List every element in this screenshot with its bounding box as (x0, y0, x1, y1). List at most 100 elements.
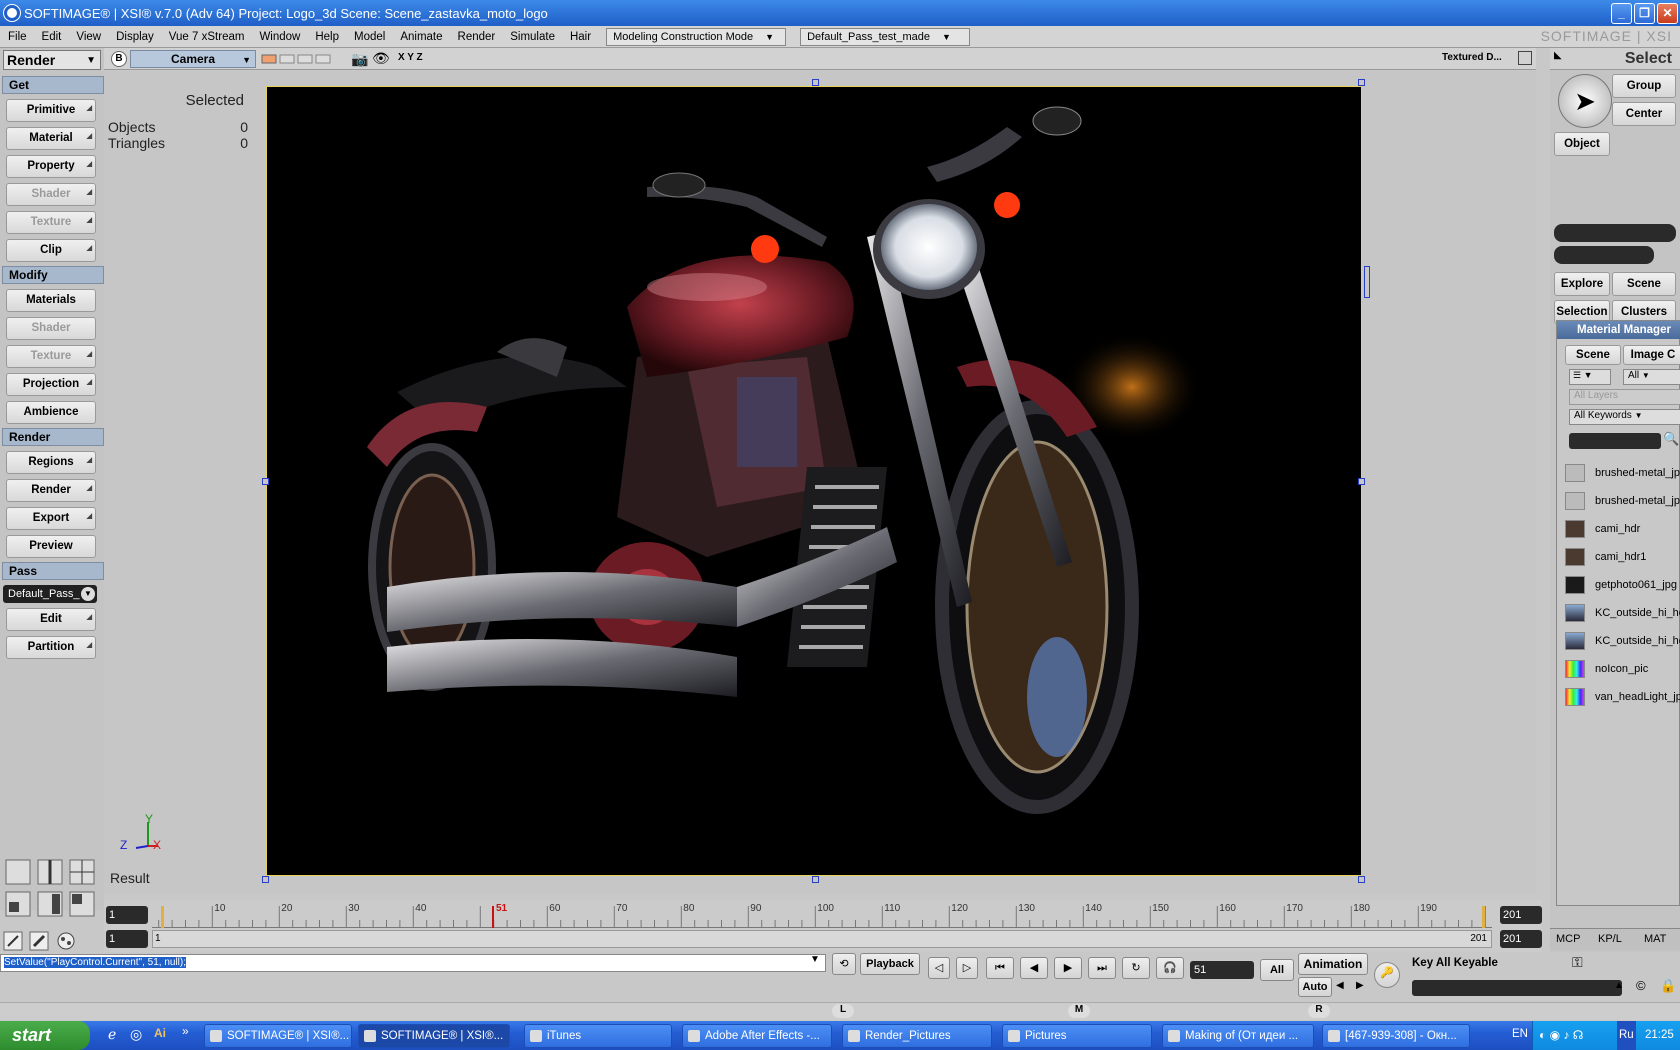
input-language[interactable]: Ru (1617, 1021, 1636, 1050)
menu-help[interactable]: Help (315, 31, 339, 43)
current-frame-field[interactable]: 51 (1190, 961, 1254, 979)
pass-edit-button[interactable]: Edit ◢ (6, 608, 96, 631)
materials-button[interactable]: Materials (6, 289, 96, 312)
tab-mat[interactable]: MAT (1644, 933, 1666, 945)
shading-mode[interactable]: Textured D... (1442, 52, 1502, 63)
all-layers-combo[interactable]: All Layers (1569, 389, 1680, 405)
render-button[interactable]: Render ◢ (6, 479, 96, 502)
pass-combo[interactable]: Default_Pass_test_made ▼ (800, 27, 971, 46)
maximize-icon[interactable] (1518, 51, 1532, 65)
search-icon[interactable]: 🔍 (1663, 431, 1679, 447)
menu-window[interactable]: Window (259, 31, 300, 43)
section-render[interactable]: Render (2, 428, 104, 446)
animation-button[interactable]: Animation (1298, 953, 1368, 975)
key-field[interactable] (1412, 980, 1622, 996)
image-item[interactable]: cami_hdr (1560, 516, 1680, 542)
marker-m[interactable]: M (1068, 1004, 1090, 1018)
layout-icons[interactable] (4, 858, 96, 920)
timeline-end-field[interactable]: 201 (1500, 906, 1542, 924)
browser-icon[interactable]: ◎ (130, 1026, 142, 1043)
selection-field-2[interactable] (1554, 246, 1654, 264)
loop-icon[interactable]: ↻ (1122, 957, 1150, 979)
regions-button[interactable]: Regions ◢ (6, 451, 96, 474)
filter-combo[interactable]: All ▼ (1623, 369, 1680, 385)
timeline-start-field[interactable]: 1 (106, 906, 148, 924)
ambience-button[interactable]: Ambience (6, 401, 96, 424)
center-button[interactable]: Center (1612, 102, 1676, 126)
menu-vue[interactable]: Vue 7 xStream (169, 31, 245, 43)
tray-icons[interactable]: ◐ ◉ ♪ ☊ (1539, 1021, 1583, 1050)
render-region[interactable] (266, 86, 1362, 876)
image-item[interactable]: brushed-metal_jp (1560, 488, 1680, 514)
language-indicator[interactable]: EN (1512, 1028, 1528, 1040)
tab-mcp[interactable]: MCP (1556, 933, 1580, 945)
menu-edit[interactable]: Edit (42, 31, 62, 43)
task-softimage-1[interactable]: SOFTIMAGE® | XSI®... (204, 1024, 352, 1048)
resize-handle[interactable] (262, 478, 269, 485)
resize-handle[interactable] (812, 79, 819, 86)
scene-button[interactable]: Scene (1612, 272, 1676, 296)
explore-button[interactable]: Explore (1554, 272, 1610, 296)
playhead[interactable] (492, 906, 494, 928)
marker-r[interactable]: R (1308, 1004, 1330, 1018)
object-button[interactable]: Object (1554, 132, 1610, 156)
lock-icon[interactable]: 🔒 (1660, 978, 1676, 994)
menu-display[interactable]: Display (116, 31, 154, 43)
restore-button[interactable]: ❐ (1634, 3, 1655, 24)
export-button[interactable]: Export ◢ (6, 507, 96, 530)
resize-handle[interactable] (1358, 478, 1365, 485)
region-side-handle[interactable] (1364, 266, 1370, 298)
image-item[interactable]: KC_outside_hi_hc (1560, 628, 1680, 654)
preview-button[interactable]: Preview (6, 535, 96, 558)
all-button[interactable]: All (1260, 959, 1294, 981)
section-modify[interactable]: Modify (2, 266, 104, 284)
resize-handle[interactable] (1358, 876, 1365, 883)
menu-hair[interactable]: Hair (570, 31, 591, 43)
circle-icon[interactable]: © (1636, 978, 1646, 993)
chevron-down-icon[interactable]: ▼ (810, 954, 820, 965)
projection-button[interactable]: Projection ◢ (6, 373, 96, 396)
tool-icons[interactable] (2, 930, 78, 952)
partition-button[interactable]: Partition ◢ (6, 636, 96, 659)
last-frame-icon[interactable]: ⏭ (1088, 957, 1116, 979)
range-start-marker[interactable] (161, 906, 164, 928)
mm-tab-scene[interactable]: Scene (1565, 345, 1621, 365)
camera-selector[interactable]: Camera ▼ (130, 50, 256, 68)
select-arrow-icon[interactable]: ➤ (1558, 74, 1612, 128)
task-softimage-2[interactable]: SOFTIMAGE® | XSI®... (358, 1024, 510, 1048)
task-render-pictures[interactable]: Render_Pictures (842, 1024, 992, 1048)
selection-field[interactable] (1554, 224, 1676, 242)
range-end-field[interactable]: 201 (1500, 930, 1542, 948)
ie-icon[interactable]: ℯ (108, 1026, 116, 1043)
viewport-badge[interactable]: B (111, 51, 127, 67)
image-item[interactable]: cami_hdr1 (1560, 544, 1680, 570)
start-button[interactable]: start (0, 1021, 90, 1050)
prev-icon[interactable]: ◀ (1336, 980, 1344, 991)
mm-search-input[interactable] (1569, 433, 1661, 449)
task-pictures[interactable]: Pictures (1002, 1024, 1152, 1048)
playback-icon-button[interactable]: ⟲ (832, 953, 856, 975)
construction-mode-combo[interactable]: Modeling Construction Mode ▼ (606, 27, 787, 46)
image-item[interactable]: noIcon_pic (1560, 656, 1680, 682)
image-item[interactable]: KC_outside_hi_hc (1560, 600, 1680, 626)
range-slider[interactable]: 1 201 (152, 930, 1492, 948)
command-line[interactable]: SetValue("PlayControl.Current", 51, null… (0, 954, 826, 972)
menu-file[interactable]: File (8, 31, 27, 43)
resize-handle[interactable] (262, 876, 269, 883)
resize-handle[interactable] (1358, 79, 1365, 86)
key-icon[interactable]: 🔑 (1374, 962, 1400, 988)
next-icon[interactable]: ▶ (1356, 980, 1364, 991)
pass-selector[interactable]: Default_Pass_ ▼ (3, 585, 97, 603)
tab-kpl[interactable]: KP/L (1598, 933, 1622, 945)
image-item[interactable]: van_headLight_jp (1560, 684, 1680, 710)
material-button[interactable]: Material ◢ (6, 127, 96, 150)
eye-icon[interactable]: 👁 (372, 50, 390, 67)
camera-icon[interactable]: 📷 (351, 51, 368, 68)
task-making-of[interactable]: Making of (От идеи ... (1162, 1024, 1314, 1048)
marker-l[interactable]: L (832, 1004, 854, 1018)
module-selector[interactable]: Render ▼ (3, 50, 101, 70)
range-start-field[interactable]: 1 (106, 930, 148, 948)
task-remote[interactable]: [467-939-308] - Окн... (1322, 1024, 1470, 1048)
key-all-keyable-label[interactable]: Key All Keyable (1412, 957, 1498, 969)
property-button[interactable]: Property ◢ (6, 155, 96, 178)
